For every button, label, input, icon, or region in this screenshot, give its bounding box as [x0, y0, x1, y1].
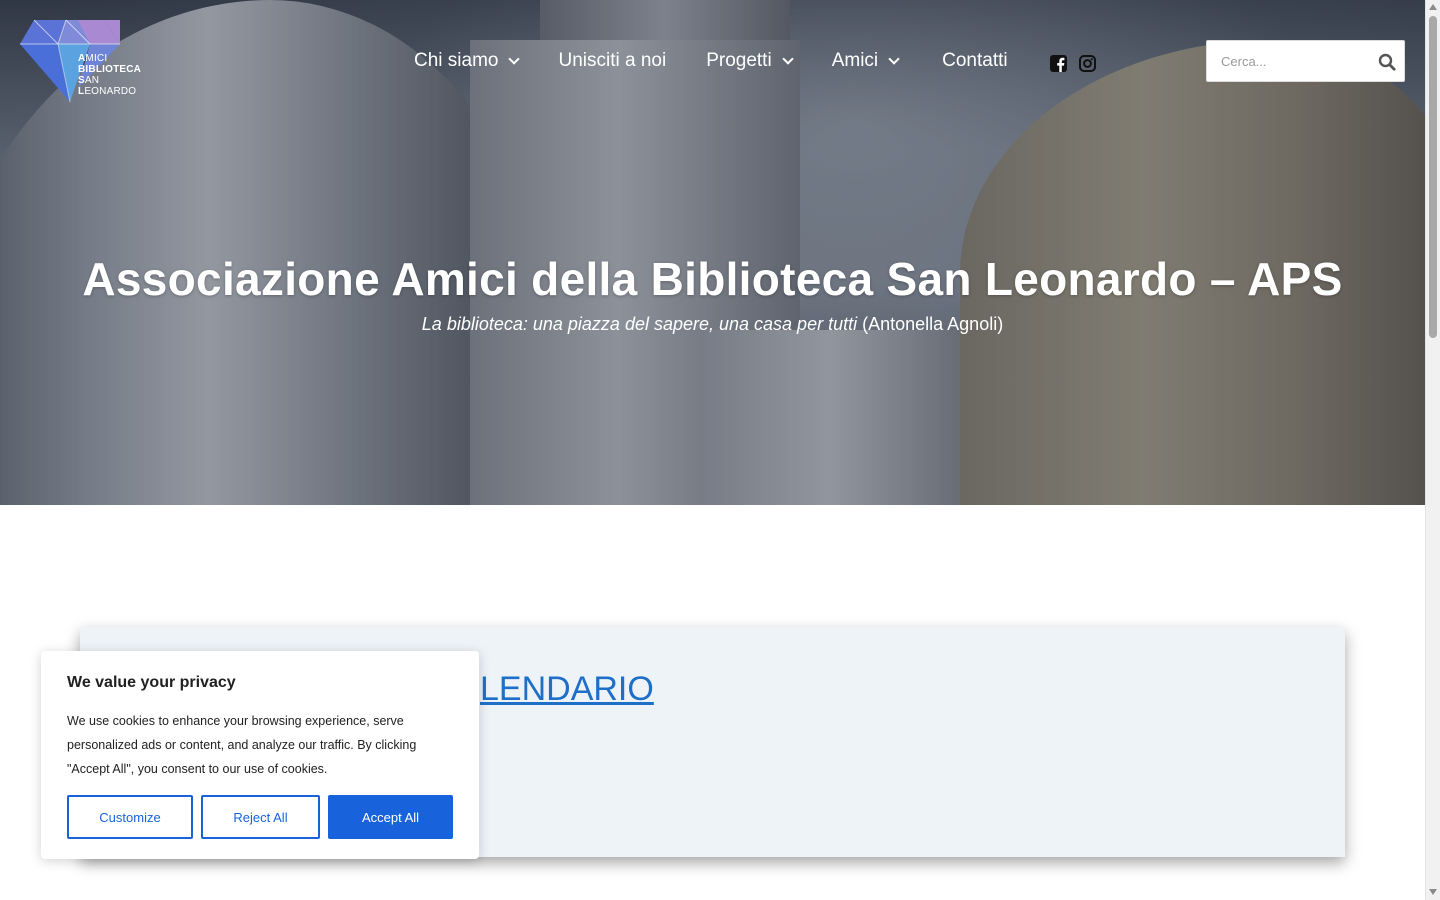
nav-item-contatti[interactable]: Contatti [942, 50, 1007, 72]
page: AMICI BIBLIOTECA SAN LEONARDO Chi siamo … [0, 0, 1425, 900]
customize-button[interactable]: Customize [67, 795, 193, 839]
page-scrollbar[interactable] [1425, 0, 1440, 900]
search-icon[interactable] [1378, 53, 1396, 71]
cookie-banner-text: We use cookies to enhance your browsing … [67, 714, 417, 776]
hero-subtitle: La biblioteca: una piazza del sapere, un… [0, 314, 1425, 335]
hero-quote-author: (Antonella Agnoli) [862, 314, 1004, 334]
calendar-link[interactable]: LENDARIO [480, 670, 654, 709]
reject-all-button[interactable]: Reject All [201, 795, 320, 839]
search-box [1206, 40, 1405, 82]
chevron-down-icon [508, 52, 521, 65]
nav-item-unisciti-a-noi[interactable]: Unisciti a noi [558, 50, 666, 72]
nav-item-amici[interactable]: Amici [832, 50, 900, 72]
main-navigation: Chi siamo Unisciti a noi Progetti Amici … [414, 46, 1096, 76]
cookie-banner-title: We value your privacy [67, 674, 236, 691]
scroll-down-arrow-icon[interactable] [1429, 889, 1437, 895]
chevron-down-icon [888, 52, 900, 65]
nav-item-chi-siamo[interactable]: Chi siamo [414, 50, 521, 72]
search-input[interactable] [1207, 41, 1367, 81]
facebook-square-icon[interactable] [1049, 54, 1067, 72]
logo-text: AMICI BIBLIOTECA SAN LEONARDO [78, 53, 142, 97]
hero-title: Associazione Amici della Biblioteca San … [82, 253, 1343, 305]
scroll-up-arrow-icon[interactable] [1429, 4, 1437, 10]
scrollbar-thumb[interactable] [1429, 16, 1437, 338]
nav-item-progetti[interactable]: Progetti [706, 50, 794, 72]
instagram-icon[interactable] [1078, 54, 1096, 72]
chevron-down-icon [782, 52, 794, 65]
social-links [1049, 54, 1096, 72]
hero-quote: La biblioteca: una piazza del sapere, un… [421, 314, 858, 334]
accept-all-button[interactable]: Accept All [328, 795, 453, 839]
cookie-consent-banner: We value your privacy We use cookies to … [41, 651, 479, 859]
